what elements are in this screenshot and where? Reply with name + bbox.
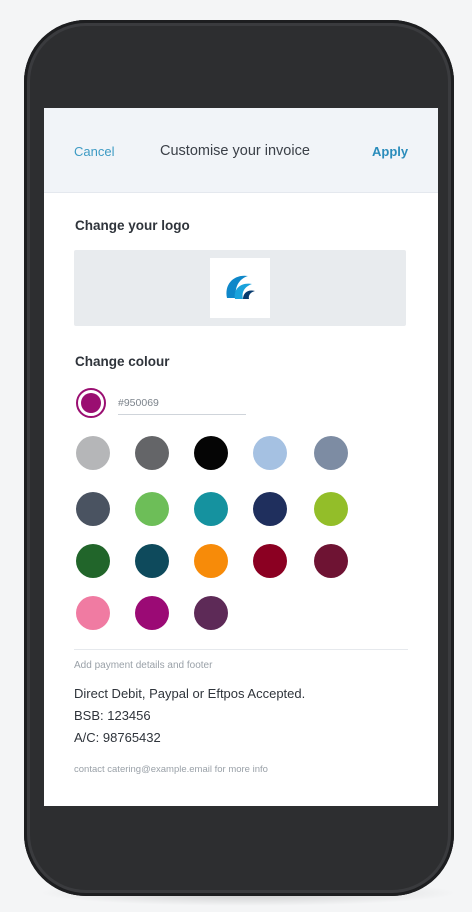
colour-swatch[interactable] (76, 436, 110, 470)
footer-divider (74, 649, 408, 650)
colour-swatch[interactable] (135, 492, 169, 526)
selected-colour-fill (81, 393, 101, 413)
footer-payment-line[interactable]: Direct Debit, Paypal or Eftpos Accepted. (74, 686, 305, 701)
colour-swatch[interactable] (194, 596, 228, 630)
page-title: Customise your invoice (160, 143, 310, 159)
footer-bsb-line[interactable]: BSB: 123456 (74, 708, 151, 723)
colour-swatch[interactable] (76, 492, 110, 526)
footer-contact-line[interactable]: contact catering@example.email for more … (74, 764, 268, 775)
colour-swatch[interactable] (253, 544, 287, 578)
footer-hint: Add payment details and footer (74, 660, 213, 671)
colour-swatch[interactable] (253, 492, 287, 526)
top-bar: Cancel Customise your invoice Apply (44, 108, 438, 193)
colour-swatch[interactable] (135, 544, 169, 578)
logo-section-label: Change your logo (75, 218, 190, 233)
colour-swatch[interactable] (76, 544, 110, 578)
colour-swatch[interactable] (314, 436, 348, 470)
colour-swatch[interactable] (314, 492, 348, 526)
selected-colour-swatch (76, 388, 106, 418)
colour-swatch[interactable] (194, 544, 228, 578)
cancel-button[interactable]: Cancel (74, 144, 114, 159)
colour-section-label: Change colour (75, 354, 170, 369)
colour-swatch[interactable] (194, 492, 228, 526)
apply-button[interactable]: Apply (372, 144, 408, 159)
footer-account-line[interactable]: A/C: 98765432 (74, 730, 161, 745)
colour-swatch[interactable] (76, 596, 110, 630)
colour-swatch[interactable] (314, 544, 348, 578)
colour-swatch[interactable] (194, 436, 228, 470)
colour-swatch[interactable] (135, 436, 169, 470)
logo-preview (210, 258, 270, 318)
logo-upload-area[interactable] (74, 250, 406, 326)
wave-logo-icon (226, 275, 255, 299)
colour-swatch[interactable] (253, 436, 287, 470)
hex-colour-input[interactable] (118, 392, 246, 415)
colour-swatch[interactable] (135, 596, 169, 630)
app-screen: Cancel Customise your invoice Apply Chan… (44, 108, 438, 806)
